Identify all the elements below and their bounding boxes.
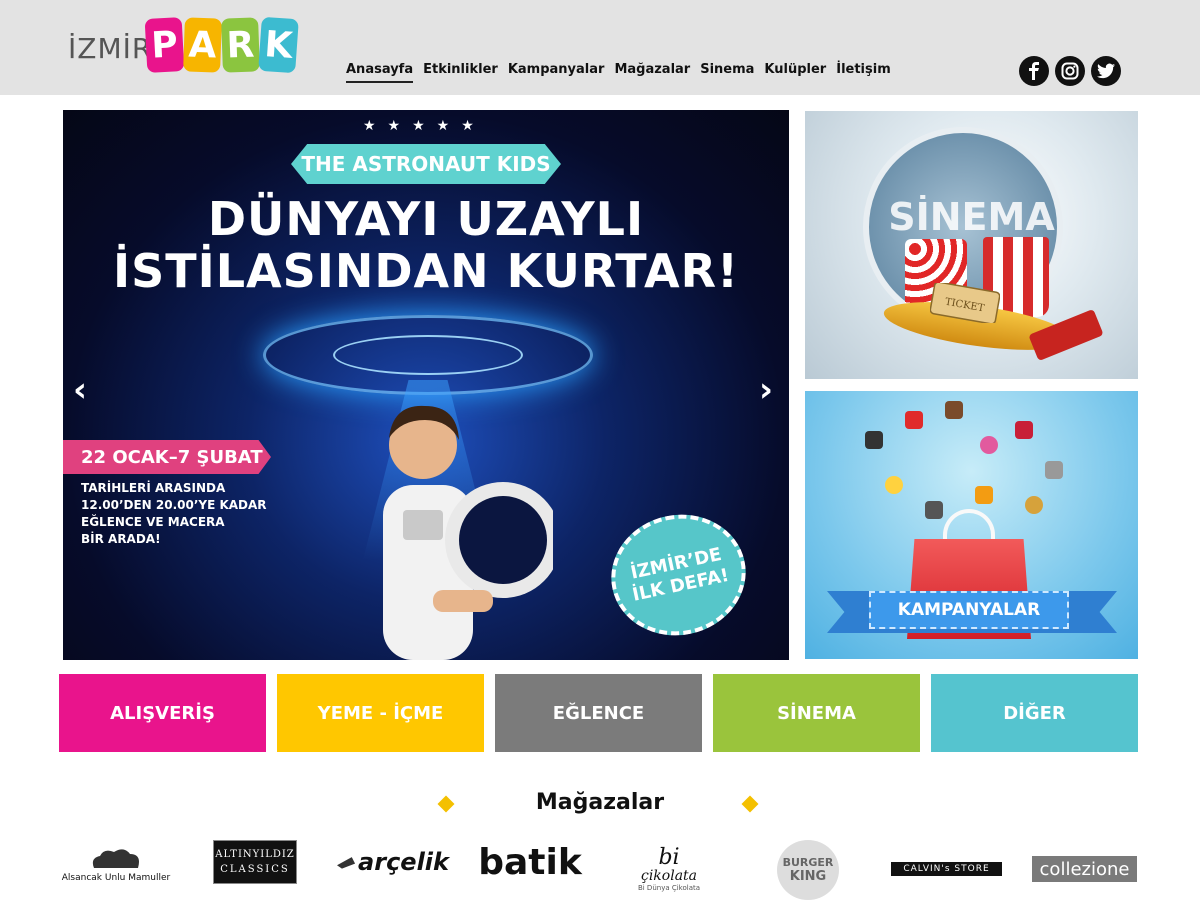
sinema-promo-title: SİNEMA: [888, 195, 1055, 239]
main-nav: Anasayfa Etkinlikler Kampanyalar Mağazal…: [346, 62, 901, 83]
izmirpark-logo[interactable]: İZMİR P A R K: [68, 16, 303, 78]
hero-desc-line: TARİHLERİ ARASINDA: [81, 481, 226, 495]
hero-date-description: TARİHLERİ ARASINDA 12.00’DEN 20.00’YE KA…: [81, 480, 267, 548]
twitter-icon[interactable]: [1091, 56, 1121, 86]
category-eglence[interactable]: EĞLENCE: [495, 674, 702, 752]
cupcake-icon: [980, 436, 998, 454]
hero-slider[interactable]: ★★★★★ THE ASTRONAUT KIDS DÜNYAYI UZAYLI …: [63, 110, 789, 660]
hero-headline-line2: İSTİLASINDAN KURTAR!: [112, 244, 740, 298]
brand-label: collezione: [1039, 858, 1130, 880]
social-links: [1019, 56, 1127, 86]
logo-park-letters: P A R K: [144, 16, 299, 74]
instagram-icon[interactable]: [1055, 56, 1085, 86]
site-header: İZMİR P A R K Anasayfa Etkinlikler Kampa…: [0, 0, 1200, 95]
facebook-icon[interactable]: [1019, 56, 1049, 86]
logo-letter: K: [258, 16, 299, 74]
ufo-glow-ring-inner: [333, 335, 523, 375]
category-yeme-icme[interactable]: YEME - İÇME: [277, 674, 484, 752]
hero-desc-line: EĞLENCE VE MACERA: [81, 515, 225, 529]
brand-label: KING: [789, 869, 827, 884]
burger-icon: [945, 401, 963, 419]
brand-label: bi: [658, 845, 680, 870]
category-sinema[interactable]: SİNEMA: [713, 674, 920, 752]
logo-izmir-text: İZMİR: [68, 32, 153, 65]
stores-section-title: Mağazalar: [535, 790, 665, 815]
category-diger[interactable]: DİĞER: [931, 674, 1138, 752]
hero-first-time-badge: İZMİR’DE İLK DEFA!: [600, 502, 757, 648]
logo-letter: R: [221, 17, 260, 73]
flower-icon: [1015, 421, 1033, 439]
ring-icon: [1025, 496, 1043, 514]
kampanyalar-promo-banner[interactable]: KAMPANYALAR: [805, 391, 1138, 659]
bag-icon: [1045, 461, 1063, 479]
brand-batik[interactable]: batik: [474, 840, 586, 884]
brand-arcelik[interactable]: arçelik: [337, 840, 449, 884]
slider-next-arrow-icon[interactable]: ›: [759, 370, 773, 410]
nav-etkinlikler[interactable]: Etkinlikler: [423, 62, 498, 83]
brand-alsancak-unlu-mamuller[interactable]: Alsancak Unlu Mamuller: [60, 840, 172, 890]
nav-iletisim[interactable]: İletişim: [836, 62, 891, 83]
hero-event-ribbon: THE ASTRONAUT KIDS: [291, 144, 561, 184]
nav-kampanyalar[interactable]: Kampanyalar: [508, 62, 605, 83]
gift-icon: [975, 486, 993, 504]
category-alisveris[interactable]: ALIŞVERİŞ: [59, 674, 266, 752]
ticket-icon: TICKET: [930, 283, 1000, 323]
hero-desc-line: 12.00’DEN 20.00’YE KADAR: [81, 498, 267, 512]
logo-letter: P: [144, 17, 185, 73]
brand-label: CALVIN's STORE: [903, 864, 990, 874]
slider-prev-arrow-icon[interactable]: ‹: [73, 370, 87, 410]
hero-headline-line1: DÜNYAYI UZAYLI: [207, 192, 645, 246]
nav-anasayfa[interactable]: Anasayfa: [346, 62, 414, 83]
logo-letter: A: [183, 17, 222, 73]
brand-label: BURGER: [782, 856, 834, 869]
brand-label: ALTINYILDIZ: [215, 849, 295, 860]
brand-label: Bi Dünya Çikolata: [637, 884, 701, 892]
brand-calvins-store[interactable]: CALVIN's STORE: [891, 862, 1002, 876]
sinema-promo-banner[interactable]: SİNEMA TICKET: [805, 111, 1138, 379]
jacket-icon: [865, 431, 883, 449]
astronaut-kid-image: [383, 405, 553, 660]
hero-desc-line: BİR ARADA!: [81, 532, 161, 546]
laptop-icon: [925, 501, 943, 519]
star-decoration: ★★★★★: [363, 118, 486, 134]
arcelik-swoosh-icon: [337, 857, 356, 869]
hero-date-band: 22 OCAK–7 ŞUBAT: [63, 440, 271, 474]
balloon-icon: [885, 476, 903, 494]
brand-label: arçelik: [358, 848, 449, 876]
brand-label: çikolata: [640, 868, 698, 884]
brand-collezione[interactable]: collezione: [1032, 856, 1137, 882]
brand-label: batik: [478, 841, 582, 883]
bread-icon: [92, 848, 139, 868]
nav-sinema[interactable]: Sinema: [700, 62, 754, 83]
brand-altinyildiz-classics[interactable]: ALTINYILDIZ CLASSICS: [213, 840, 297, 884]
brand-label: CLASSICS: [220, 864, 290, 875]
kampanyalar-promo-title: KAMPANYALAR: [869, 591, 1069, 629]
nav-magazalar[interactable]: Mağazalar: [614, 62, 690, 83]
nav-kulupler[interactable]: Kulüpler: [764, 62, 826, 83]
red-ribbon: [1028, 308, 1104, 362]
shoe-icon: [905, 411, 923, 429]
brand-bi-cikolata[interactable]: bi çikolata Bi Dünya Çikolata: [624, 840, 714, 900]
brand-label: Alsancak Unlu Mamuller: [61, 872, 171, 883]
brand-burger-king[interactable]: BURGER KING: [777, 840, 839, 900]
